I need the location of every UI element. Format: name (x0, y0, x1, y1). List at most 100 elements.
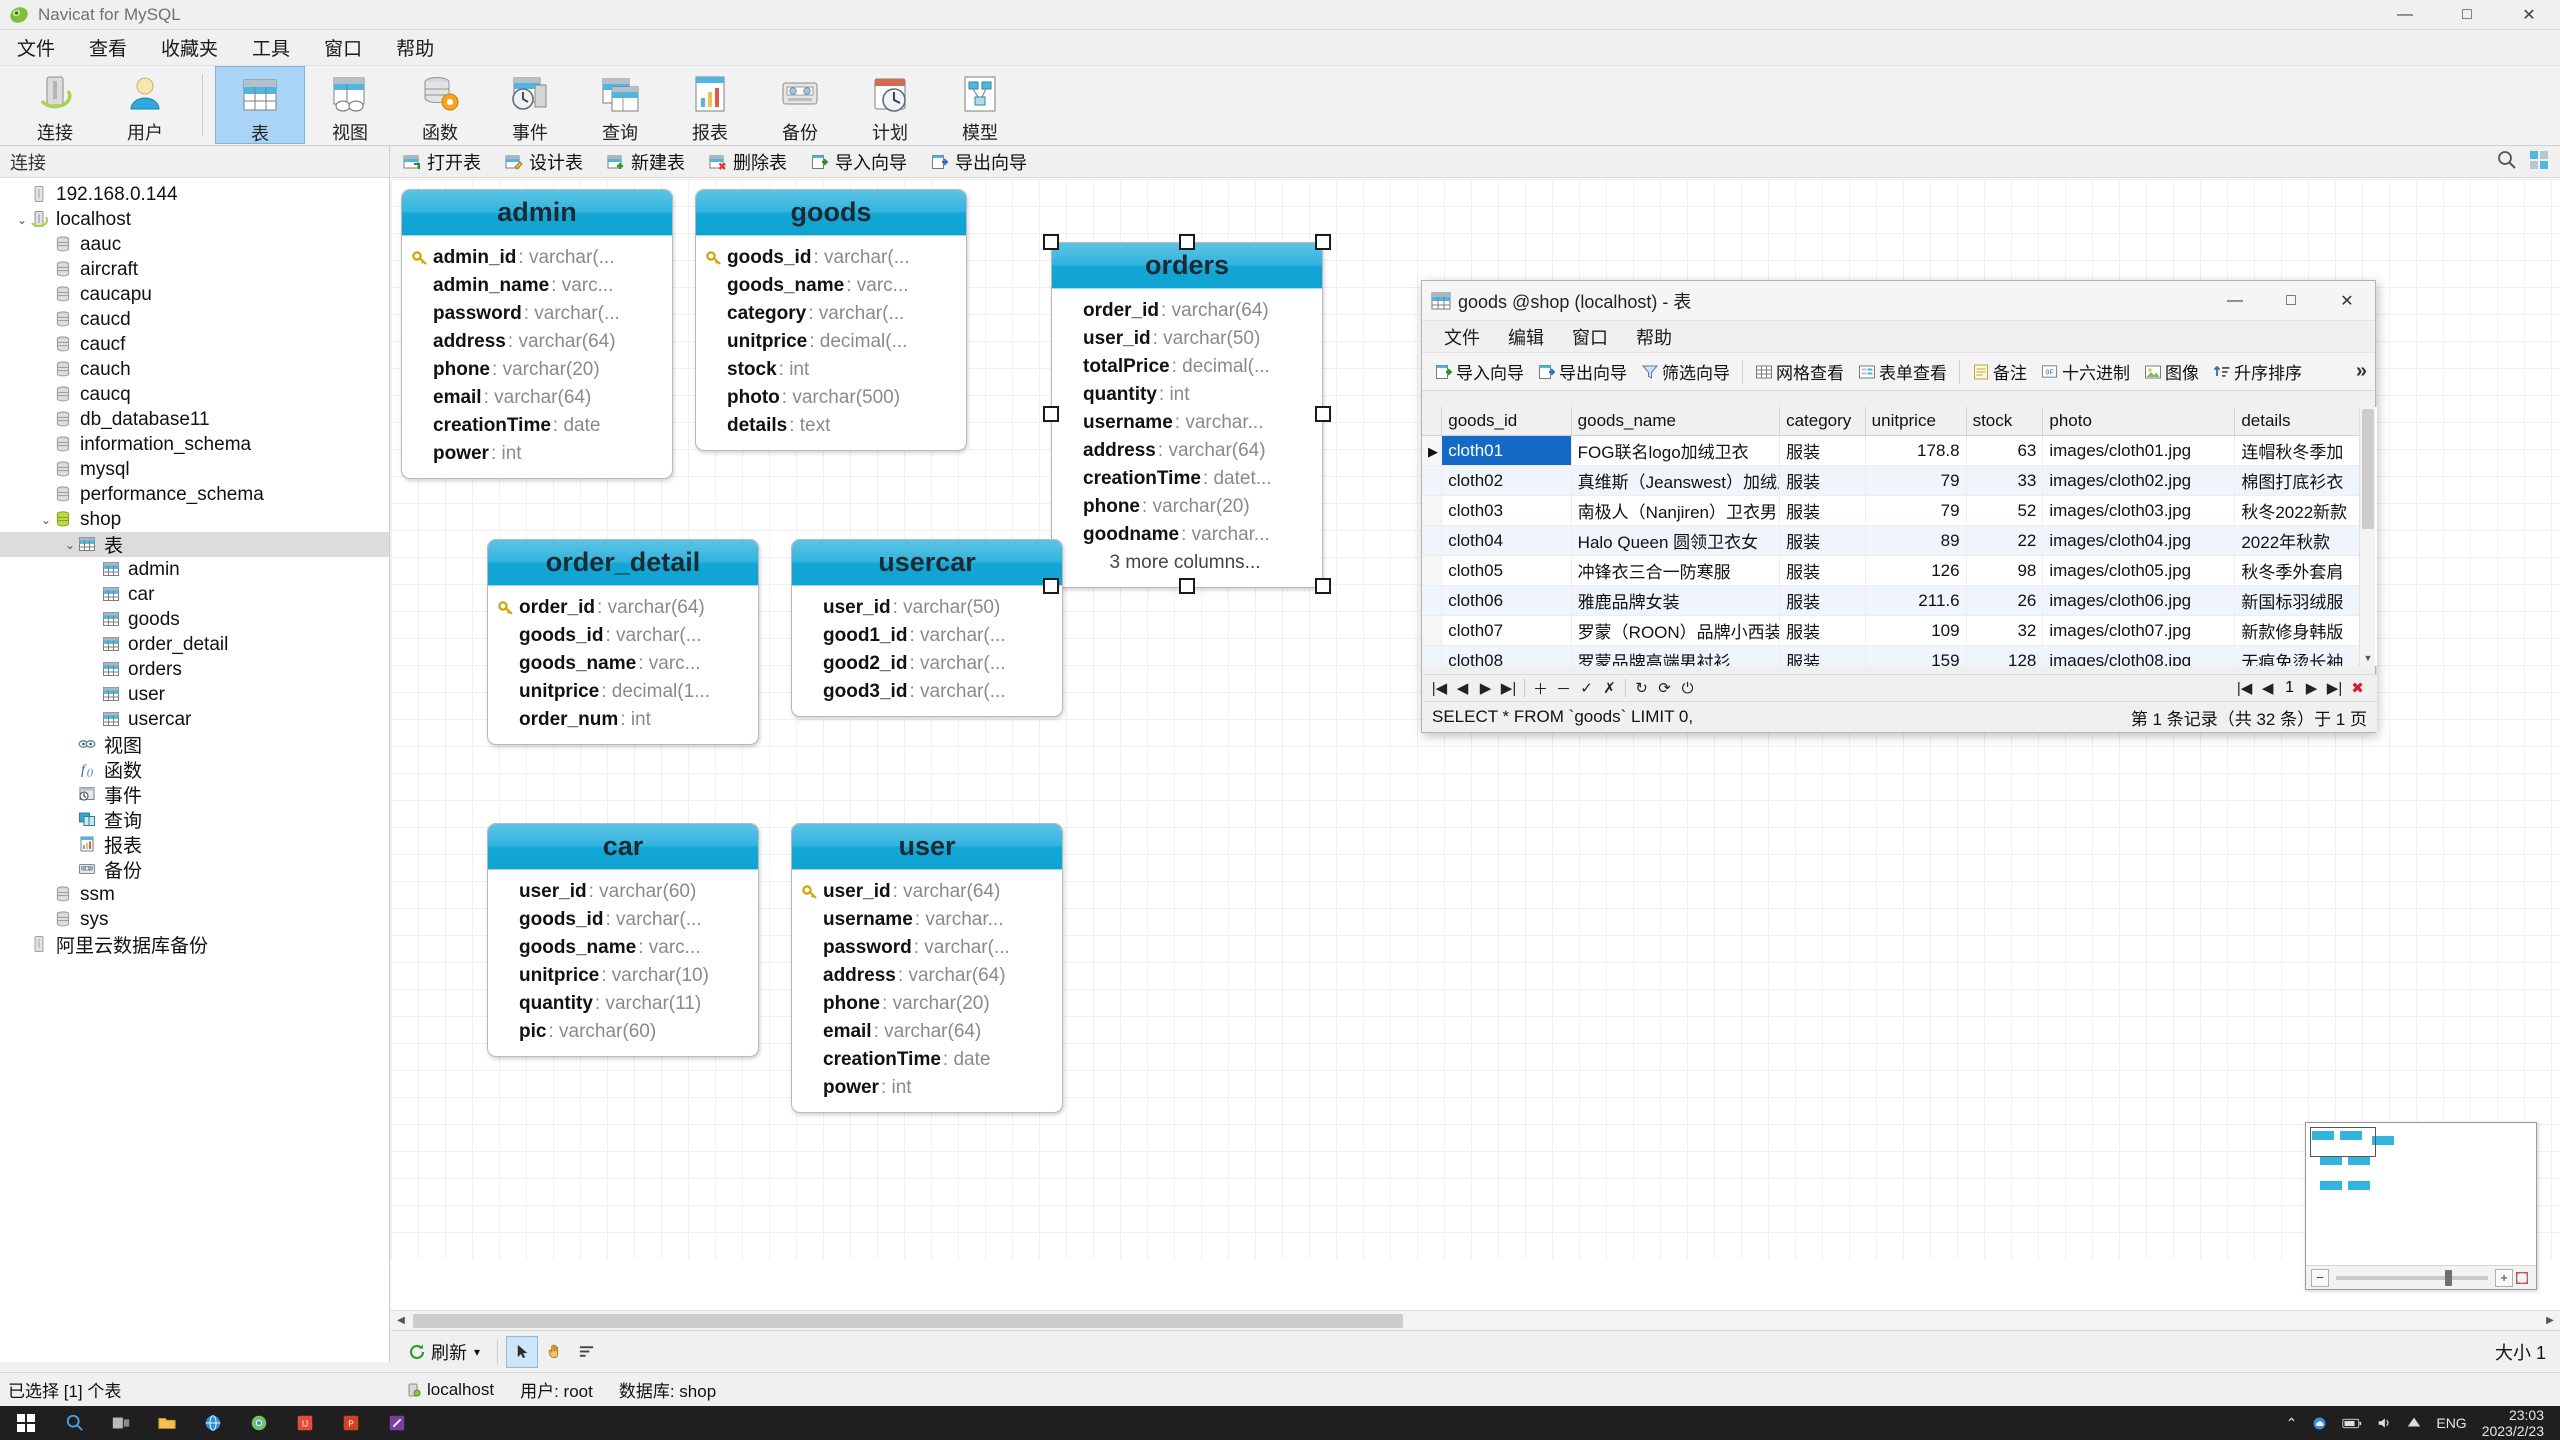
refresh-records-button[interactable]: ↻ (1630, 677, 1653, 700)
work-toolbar-design-table[interactable]: 设计表 (493, 146, 595, 178)
tree-item-order_detail[interactable]: ⌄order_detail (0, 632, 389, 657)
cell-unitprice[interactable]: 79 (1865, 465, 1967, 496)
toolbar-button-connection[interactable]: 连接 (10, 66, 100, 144)
pointer-tool-button[interactable] (506, 1335, 539, 1368)
er-table-user[interactable]: user user_id: varchar(64) username: varcha… (791, 823, 1063, 1113)
cell-details[interactable]: 2022年秋款 (2234, 525, 2367, 556)
clock[interactable]: 23:03 2023/2/23 (2482, 1407, 2544, 1439)
tree-item-表[interactable]: ⌄ 表 (0, 532, 389, 557)
cell-category[interactable]: 服装 (1779, 525, 1866, 556)
cell-photo[interactable]: images/cloth07.jpg (2042, 615, 2236, 646)
cell-goods_id[interactable]: cloth04 (1441, 525, 1572, 556)
cell-goods_name[interactable]: 罗蒙品牌高端男衬衫 (1571, 645, 1781, 666)
cell-photo[interactable]: images/cloth01.jpg (2042, 435, 2236, 466)
align-tool-button[interactable] (570, 1336, 602, 1368)
cell-details[interactable]: 秋冬季外套肩 (2234, 555, 2367, 586)
chevron-down-icon[interactable]: ⌄ (14, 207, 30, 232)
cell-unitprice[interactable]: 211.6 (1865, 585, 1967, 616)
fit-page-icon[interactable] (2513, 1269, 2531, 1287)
cell-unitprice[interactable]: 159 (1865, 645, 1967, 666)
cell-photo[interactable]: images/cloth03.jpg (2042, 495, 2236, 526)
hscroll-track[interactable] (411, 1311, 2540, 1331)
search-icon[interactable] (52, 1406, 98, 1440)
row-marker[interactable] (1422, 525, 1443, 556)
maximize-button[interactable]: □ (2436, 0, 2498, 30)
column-header-stock[interactable]: stock (1966, 407, 2044, 436)
next-page-button[interactable]: ▶ (2300, 677, 2323, 700)
tree-item-performance_schema[interactable]: ⌄performance_schema (0, 482, 389, 507)
first-page-button[interactable]: |◀ (2233, 677, 2256, 700)
selection-handle[interactable] (1315, 406, 1331, 422)
cell-details[interactable]: 连帽秋冬季加 (2234, 435, 2367, 466)
table-window-maximize-button[interactable]: □ (2263, 281, 2319, 321)
tree-item-aauc[interactable]: ⌄aauc (0, 232, 389, 257)
chevron-double-right-icon[interactable]: » (2356, 360, 2375, 383)
data-grid-row[interactable]: cloth05 冲锋衣三合一防寒服 服装 126 98 images/cloth05.jp… (1422, 555, 2367, 586)
tree-item-报表[interactable]: ⌄报表 (0, 832, 389, 857)
toolbar-button-model[interactable]: 模型 (935, 66, 1025, 144)
zoom-slider-track[interactable] (2336, 1269, 2488, 1286)
table-toolbar-hex[interactable]: 0F 十六进制 (2034, 357, 2137, 387)
chevron-down-icon[interactable]: ⌄ (38, 507, 54, 532)
er-table-goods[interactable]: goods goods_id: varchar(... goods_name: va… (695, 189, 967, 451)
row-marker[interactable] (1422, 555, 1443, 586)
search-icon[interactable] (2496, 149, 2522, 175)
cell-goods_id[interactable]: cloth06 (1441, 585, 1572, 616)
table-window-menu-item[interactable]: 编辑 (1494, 321, 1558, 353)
column-header-category[interactable]: category (1779, 407, 1866, 436)
cell-goods_name[interactable]: Halo Queen 圆领卫衣女 (1571, 525, 1781, 556)
tree-item-ssm[interactable]: ⌄ssm (0, 882, 389, 907)
tree-item-orders[interactable]: ⌄orders (0, 657, 389, 682)
cell-goods_id[interactable]: cloth05 (1441, 555, 1572, 586)
zoom-out-button[interactable]: − (2311, 1268, 2329, 1287)
toolbar-button-event[interactable]: 事件 (485, 66, 575, 144)
tree-item-user[interactable]: ⌄user (0, 682, 389, 707)
tree-item-192.168.0.144[interactable]: ⌄192.168.0.144 (0, 182, 389, 207)
tree-item-caucapu[interactable]: ⌄caucapu (0, 282, 389, 307)
cell-details[interactable]: 棉图打底衫衣 (2234, 465, 2367, 496)
toolbar-button-table[interactable]: 表 (215, 66, 305, 144)
data-grid-row[interactable]: cloth02 真维斯（Jeanswest）加绒卫 服装 79 33 images/clo… (1422, 465, 2367, 496)
cell-goods_name[interactable]: FOG联名logo加绒卫衣 (1571, 435, 1781, 466)
stop-query-button[interactable]: ⏻ (1676, 677, 1699, 700)
column-header-goods_name[interactable]: goods_name (1571, 407, 1781, 436)
cell-unitprice[interactable]: 89 (1865, 525, 1967, 556)
row-marker[interactable] (1422, 645, 1443, 666)
cell-goods_id[interactable]: cloth07 (1441, 615, 1572, 646)
tree-item-goods[interactable]: ⌄goods (0, 607, 389, 632)
editor-icon[interactable] (374, 1406, 420, 1440)
cell-goods_name[interactable]: 冲锋衣三合一防寒服 (1571, 555, 1781, 586)
toolbar-button-view[interactable]: 视图 (305, 66, 395, 144)
cell-category[interactable]: 服装 (1779, 495, 1866, 526)
battery-icon[interactable] (2342, 1417, 2362, 1430)
zoom-slider-knob[interactable] (2445, 1269, 2453, 1286)
reload-records-button[interactable]: ⟳ (1653, 677, 1676, 700)
add-record-button[interactable]: ＋ (1529, 677, 1552, 700)
cell-stock[interactable]: 128 (1966, 645, 2044, 666)
data-grid-table[interactable]: goods_id goods_name category unitprice stock… (1422, 407, 2367, 666)
tree-item-db_database11[interactable]: ⌄db_database11 (0, 407, 389, 432)
scroll-right-icon[interactable]: ▶ (2540, 1311, 2560, 1331)
work-toolbar-export-wizard[interactable]: 导出向导 (919, 146, 1039, 178)
cell-unitprice[interactable]: 109 (1865, 615, 1967, 646)
table-window-close-button[interactable]: ✕ (2319, 281, 2375, 321)
cell-photo[interactable]: images/cloth06.jpg (2042, 585, 2236, 616)
hscroll-thumb[interactable] (413, 1313, 1403, 1328)
volume-icon[interactable] (2376, 1415, 2392, 1431)
toolbar-button-schedule[interactable]: 计划 (845, 66, 935, 144)
selection-handle[interactable] (1315, 578, 1331, 594)
cell-details[interactable]: 新款修身韩版 (2234, 615, 2367, 646)
tree-item-caucq[interactable]: ⌄caucq (0, 382, 389, 407)
next-record-button[interactable]: ▶ (1474, 677, 1497, 700)
cell-stock[interactable]: 33 (1966, 465, 2044, 496)
data-grid-row[interactable]: cloth07 罗蒙（ROON）品牌小西装 服装 109 32 images/cloth0… (1422, 615, 2367, 646)
chevron-down-icon[interactable]: ⌄ (62, 532, 78, 557)
windows-logo-icon[interactable] (0, 1406, 52, 1440)
cell-photo[interactable]: images/cloth02.jpg (2042, 465, 2236, 496)
last-page-button[interactable]: ▶| (2323, 677, 2346, 700)
toolbar-button-function[interactable]: 函数 (395, 66, 485, 144)
prev-record-button[interactable]: ◀ (1451, 677, 1474, 700)
work-toolbar-import-wizard[interactable]: 导入向导 (799, 146, 919, 178)
selection-handle[interactable] (1043, 234, 1059, 250)
cell-category[interactable]: 服装 (1779, 465, 1866, 496)
